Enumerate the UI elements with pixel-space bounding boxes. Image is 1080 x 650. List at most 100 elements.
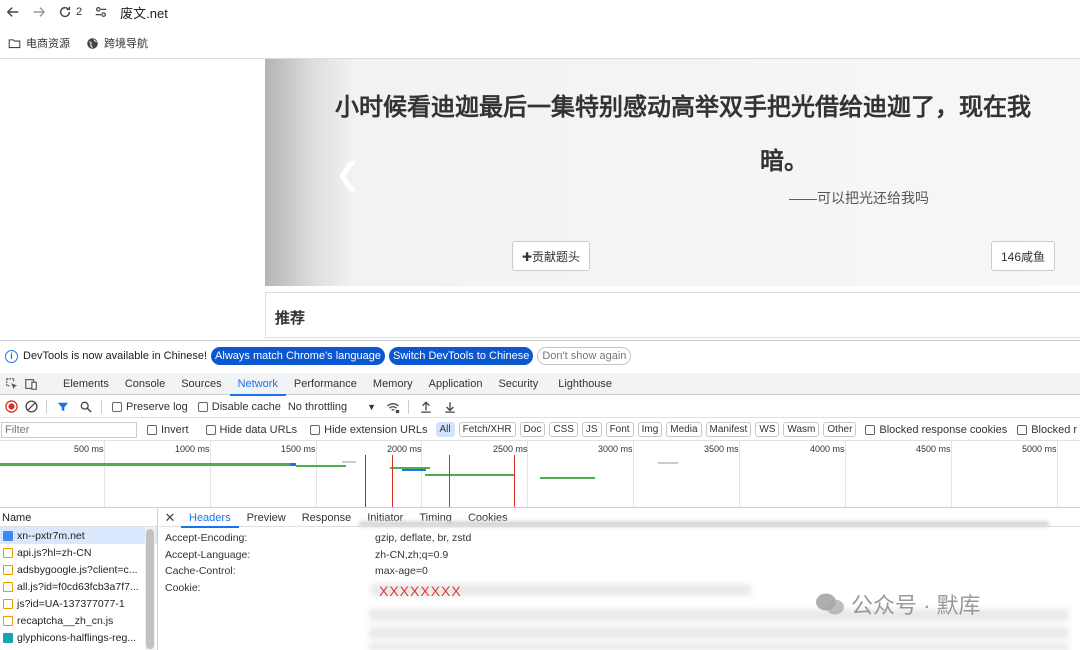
devtools-infobar: i DevTools is now available in Chinese! … (0, 341, 1080, 371)
checkbox-box[interactable] (310, 424, 321, 435)
tab-preview[interactable]: Preview (239, 509, 294, 527)
contribute-button[interactable]: ✚贡献题头 (512, 241, 590, 271)
clear-icon[interactable] (24, 400, 38, 414)
filter-type-ws[interactable]: WS (755, 422, 780, 437)
hide-extension-urls-label: Hide extension URLs (324, 423, 428, 436)
request-row[interactable]: recaptcha__zh_cn.js (0, 612, 157, 629)
timeline-tick: 4000 ms (810, 444, 845, 454)
switch-chinese-button[interactable]: Switch DevTools to Chinese (389, 347, 534, 365)
tab-headers[interactable]: Headers (181, 509, 239, 528)
timeline-gridline (739, 441, 740, 507)
request-row[interactable]: xn--pxtr7m.net (0, 527, 157, 544)
bookmark-item[interactable]: 电商资源 (8, 35, 70, 51)
timeline-tick: 3000 ms (598, 444, 633, 454)
filter-type-fetch-xhr[interactable]: Fetch/XHR (458, 422, 516, 437)
timeline-bar (365, 455, 366, 507)
request-list-scrollbar[interactable] (145, 527, 155, 650)
search-icon[interactable] (79, 400, 93, 414)
carousel-prev-icon[interactable]: ❮ (335, 157, 360, 192)
tab-security[interactable]: Security (490, 373, 546, 395)
author-button[interactable]: 146咸鱼 (991, 241, 1055, 271)
timeline-bar (296, 465, 346, 467)
filter-type-doc[interactable]: Doc (519, 422, 546, 437)
carousel: 小时候看迪迦最后一集特别感动高举双手把光借给迪迦了，现在我 暗。 ❮ ——可以把… (265, 59, 1080, 286)
forward-button[interactable] (26, 1, 52, 23)
tab-response[interactable]: Response (294, 509, 360, 527)
checkbox-box[interactable] (112, 401, 122, 412)
tab-performance[interactable]: Performance (286, 373, 365, 395)
timeline-tick: 3500 ms (704, 444, 739, 454)
checkbox-box[interactable] (1017, 424, 1028, 435)
filter-type-js[interactable]: JS (581, 422, 602, 437)
blocked-requests-checkbox[interactable]: Blocked r (1017, 424, 1077, 436)
request-name: recaptcha__zh_cn.js (17, 614, 114, 627)
reload-icon (59, 6, 71, 18)
carousel-subtitle: ——可以把光还给我吗 (789, 190, 929, 206)
tab-sources[interactable]: Sources (173, 373, 229, 395)
disable-cache-checkbox[interactable]: Disable cache (197, 400, 281, 413)
checkbox-box[interactable] (147, 424, 157, 435)
url-text[interactable]: 废文.net (120, 3, 168, 22)
filter-type-wasm[interactable]: Wasm (783, 422, 820, 437)
filter-type-all[interactable]: All (435, 422, 455, 437)
request-name: js?id=UA-137377077-1 (17, 597, 125, 610)
request-row[interactable]: all.js?id=f0cd63fcb3a7f7... (0, 578, 157, 595)
throttling-select[interactable]: No throttling ▼ (288, 401, 376, 413)
blocked-requests-label: Blocked r (1031, 423, 1078, 436)
request-list-header[interactable]: Name (0, 509, 157, 527)
page-left-blank (0, 59, 265, 339)
reload-button[interactable] (52, 1, 78, 23)
filter-type-img[interactable]: Img (637, 422, 663, 437)
network-filterbar: Filter Invert Hide data URLs Hide extens… (0, 419, 1080, 441)
close-icon[interactable]: ✕ (159, 510, 181, 526)
hide-data-urls-checkbox[interactable]: Hide data URLs (205, 424, 297, 436)
bookmark-item[interactable]: 跨境导航 (86, 35, 148, 51)
tab-application[interactable]: Application (421, 373, 491, 395)
request-name: api.js?hl=zh-CN (17, 546, 92, 559)
header-row: Cookie: (165, 582, 375, 594)
import-har-icon[interactable] (419, 400, 433, 414)
blocked-cookies-checkbox[interactable]: Blocked response cookies (865, 424, 1007, 436)
filter-icon[interactable] (56, 400, 70, 414)
hide-extension-urls-checkbox[interactable]: Hide extension URLs (310, 423, 428, 436)
record-icon[interactable] (4, 400, 18, 414)
device-toolbar-icon[interactable] (24, 377, 38, 391)
tab-network[interactable]: Network (229, 373, 287, 396)
match-language-button[interactable]: Always match Chrome's language (211, 347, 386, 365)
tab-console[interactable]: Console (117, 373, 173, 395)
filter-type-manifest[interactable]: Manifest (705, 422, 752, 437)
filter-type-font[interactable]: Font (605, 422, 634, 437)
tab-lighthouse[interactable]: Lighthouse (550, 373, 620, 395)
filter-type-css[interactable]: CSS (549, 422, 578, 437)
invert-checkbox[interactable]: Invert (147, 424, 189, 436)
filter-type-media[interactable]: Media (666, 422, 702, 437)
tab-memory[interactable]: Memory (365, 373, 421, 395)
checkbox-box[interactable] (205, 424, 216, 435)
preserve-log-checkbox[interactable]: Preserve log (112, 401, 188, 413)
request-row[interactable]: api.js?hl=zh-CN (0, 544, 157, 561)
request-row[interactable]: adsbygoogle.js?client=c... (0, 561, 157, 578)
header-row: Accept-Encoding: gzip, deflate, br, zstd (165, 532, 471, 544)
dont-show-again-button[interactable]: Don't show again (537, 347, 632, 365)
request-row[interactable]: glyphicons-halflings-reg... (0, 629, 157, 646)
network-conditions-icon[interactable] (386, 400, 400, 414)
request-row[interactable]: js?id=UA-137377077-1 (0, 595, 157, 612)
network-timeline[interactable]: 500 ms 1000 ms 1500 ms 2000 ms 2500 ms 3… (0, 441, 1080, 508)
export-har-icon[interactable] (443, 400, 457, 414)
request-detail-panel: ✕ Headers Preview Response Initiator Tim… (159, 509, 1080, 650)
request-name: xn--pxtr7m.net (17, 529, 85, 542)
checkbox-box[interactable] (865, 424, 876, 435)
tab-elements[interactable]: Elements (55, 373, 117, 395)
site-info-button[interactable] (88, 1, 114, 23)
back-button[interactable] (0, 1, 26, 23)
inspect-element-icon[interactable] (5, 377, 19, 391)
timeline-bar (392, 455, 393, 507)
timeline-tick: 4500 ms (916, 444, 951, 454)
checkbox-box[interactable] (197, 401, 208, 412)
filter-type-other[interactable]: Other (823, 422, 857, 437)
filter-input[interactable]: Filter (1, 421, 137, 438)
timeline-bar (658, 462, 678, 464)
scrollbar-thumb[interactable] (146, 529, 154, 649)
timeline-gridline (210, 441, 211, 507)
disable-cache-label: Disable cache (211, 400, 281, 413)
